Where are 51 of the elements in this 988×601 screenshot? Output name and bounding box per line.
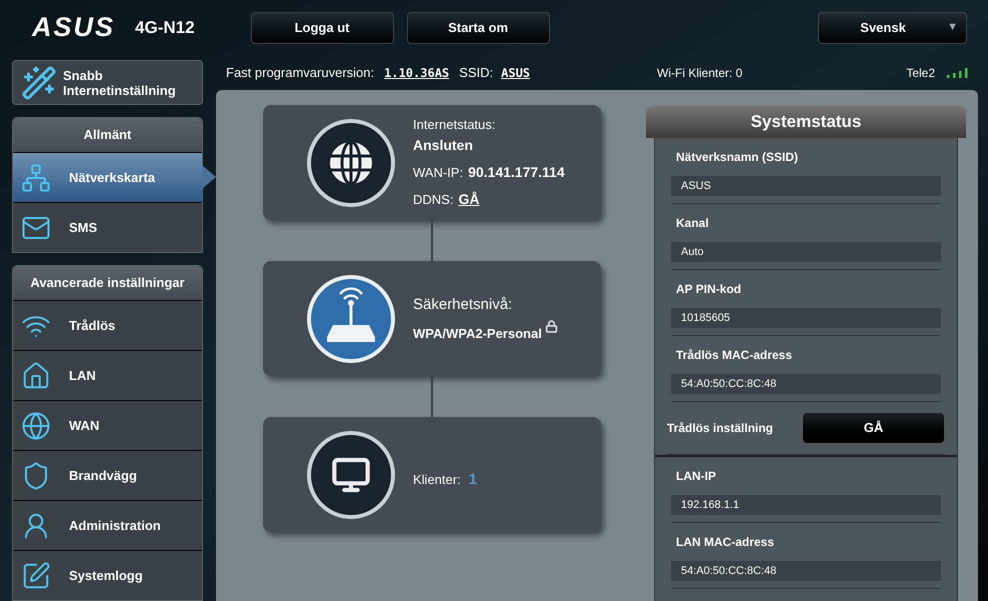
language-dropdown[interactable]: Svensk ▼	[818, 12, 967, 44]
field-label: LAN MAC-adress	[676, 534, 776, 551]
go-button[interactable]: GÅ	[802, 412, 945, 444]
lock-icon	[544, 320, 558, 333]
wifi-clients: Wi-Fi Klienter: 0	[657, 64, 742, 82]
field-value: 10185605	[671, 308, 941, 328]
router-icon	[307, 274, 395, 362]
ip-label: WAN-IP:	[413, 164, 464, 182]
pencil-note-icon	[21, 560, 51, 590]
globe-icon	[21, 410, 51, 440]
globe-icon	[307, 118, 395, 206]
network-card[interactable]: Klienter: 1	[263, 417, 601, 532]
magic-wand-icon	[21, 64, 57, 100]
field-label: Trådlös MAC-adress	[676, 347, 794, 364]
network-card[interactable]: Internetstatus: Ansluten WAN-IP: 90.141.177.114 DDNS: GÅ	[263, 105, 601, 220]
field-label: Kanal	[676, 215, 710, 232]
firmware-link[interactable]: 1.10.36AS	[384, 64, 450, 82]
status-label: Internetstatus:	[413, 116, 496, 134]
security-value: WPA/WPA2-Personal	[413, 325, 542, 343]
field-value: Auto	[671, 242, 941, 262]
field-value: 54:A0:50:CC:8C:48	[671, 561, 941, 581]
network-icon	[21, 162, 51, 192]
house-icon	[21, 360, 51, 390]
caret-icon: ▼	[947, 19, 958, 36]
field-value: 54:A0:50:CC:8C:48	[671, 374, 941, 394]
header-button[interactable]: Logga ut	[250, 12, 394, 44]
operator-name: Tele2	[906, 64, 935, 82]
quick-setup-button[interactable]: Snabb Internetinställning	[12, 60, 203, 105]
logo: ASUS	[32, 14, 116, 41]
ddns-label: DDNS:	[413, 190, 454, 209]
panel-title: Systemstatus	[646, 105, 966, 138]
group-header: Avancerade inställningar	[13, 266, 202, 300]
status-value: Ansluten	[413, 136, 474, 155]
network-card[interactable]: Säkerhetsnivå: WPA/WPA2-Personal	[263, 261, 601, 376]
header-button[interactable]: Starta om	[406, 12, 550, 44]
firmware-label: Fast programvaruversion:	[226, 64, 374, 82]
field-value: 192.168.1.1	[671, 495, 941, 515]
setting-label: Trådlös inställning	[667, 420, 774, 437]
ddns-link[interactable]: GÅ	[458, 188, 480, 210]
group-header: Allmänt	[13, 118, 202, 152]
ssid-link[interactable]: ASUS	[501, 64, 530, 82]
signal-icon	[947, 68, 968, 78]
model-name: 4G-N12	[135, 16, 195, 39]
security-label: Säkerhetsnivå:	[413, 294, 514, 314]
ssid-label: SSID:	[459, 64, 494, 82]
field-label: AP PIN-kod	[676, 281, 742, 298]
ip-value: 90.141.177.114	[468, 162, 565, 182]
field-value: ASUS	[671, 176, 941, 196]
clients-label: Klienter:	[413, 471, 461, 490]
field-label: LAN-IP	[676, 468, 717, 485]
field-label: Nätverksnamn (SSID)	[676, 149, 800, 166]
